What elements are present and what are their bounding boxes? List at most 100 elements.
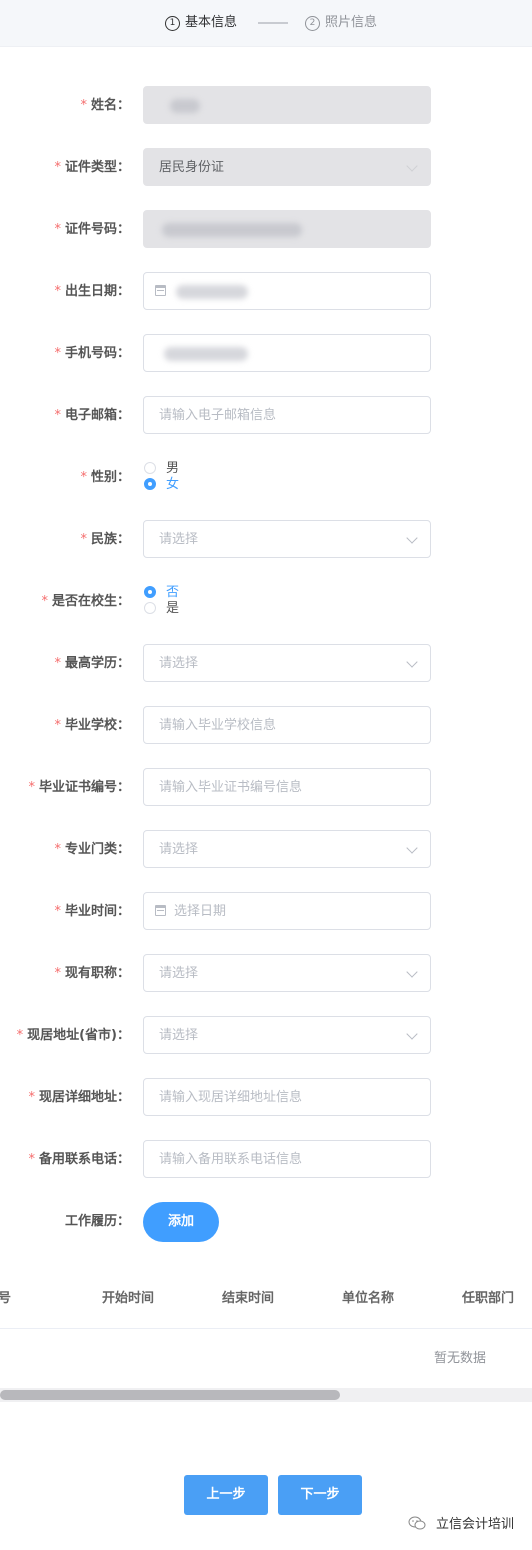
radio-circle [144, 602, 156, 614]
gender-row: * 性别： 男 女 [0, 458, 532, 498]
required-mark: * [28, 1090, 35, 1105]
radio-label: 女 [166, 477, 180, 492]
birth-date-label: * 出生日期： [54, 283, 130, 301]
next-step-button[interactable]: 下一步 [278, 1475, 362, 1515]
name-label-text: 姓名： [90, 98, 130, 113]
column-header-start-time: 开始时间 [102, 1291, 155, 1306]
education-placeholder: 请选择 [159, 656, 199, 671]
required-mark: * [54, 966, 61, 981]
grad-time-picker[interactable]: 选择日期 [143, 892, 431, 930]
major-select[interactable]: 请选择 [143, 830, 431, 868]
major-placeholder: 请选择 [159, 842, 199, 857]
backup-phone-row: * 备用联系电话： 请输入备用联系电话信息 [0, 1140, 532, 1180]
is-student-radio-no[interactable]: 否 [143, 585, 179, 601]
watermark-text: 立信会计培训 [436, 1517, 515, 1532]
step-label: 基本信息 [185, 15, 238, 30]
education-label: * 最高学历： [54, 655, 130, 673]
phone-label: * 手机号码： [54, 345, 130, 363]
table-horizontal-scrollbar[interactable] [0, 1388, 532, 1402]
required-mark: * [28, 780, 35, 795]
major-label-text: 专业门类： [64, 842, 130, 857]
school-field[interactable]: 请输入毕业学校信息 [143, 706, 431, 744]
required-mark: * [54, 842, 61, 857]
radio-circle [144, 478, 156, 490]
required-mark: * [54, 656, 61, 671]
is-student-radio-group: 否 是 [143, 585, 179, 617]
radio-label: 是 [166, 601, 180, 616]
work-history-label: 工作履历： [64, 1214, 130, 1229]
watermark: 立信会计培训 [408, 1516, 514, 1534]
step-photo-info[interactable]: 2 照片信息 [305, 14, 377, 32]
school-label-text: 毕业学校： [64, 718, 130, 733]
chevron-down-icon [406, 160, 418, 172]
required-mark: * [54, 222, 61, 237]
cert-no-field[interactable]: 请输入毕业证书编号信息 [143, 768, 431, 806]
chevron-down-icon [406, 656, 418, 668]
step-basic-info[interactable]: 1 基本信息 [165, 14, 237, 32]
address-detail-field[interactable]: 请输入现居详细地址信息 [143, 1078, 431, 1116]
birth-date-picker[interactable] [143, 272, 431, 310]
education-select[interactable]: 请选择 [143, 644, 431, 682]
is-student-radio-yes[interactable]: 是 [143, 601, 179, 617]
redacted-value [176, 285, 248, 299]
gender-radio-group: 男 女 [143, 461, 179, 493]
required-mark: * [41, 594, 48, 609]
step-connector [258, 22, 288, 24]
backup-phone-field[interactable]: 请输入备用联系电话信息 [143, 1140, 431, 1178]
title-placeholder: 请选择 [159, 966, 199, 981]
column-header-department: 任职部门 [462, 1291, 515, 1306]
column-header-index: 号 [0, 1291, 12, 1306]
column-header-end-time: 结束时间 [222, 1291, 275, 1306]
required-mark: * [54, 408, 61, 423]
gender-label-text: 性别： [90, 470, 130, 485]
column-header-company: 单位名称 [342, 1291, 395, 1306]
redacted-value [162, 223, 302, 237]
id-number-field[interactable] [143, 210, 431, 248]
address-region-select[interactable]: 请选择 [143, 1016, 431, 1054]
address-region-label: * 现居地址(省市)： [17, 1027, 130, 1045]
ethnicity-row: * 民族： 请选择 [0, 520, 532, 560]
email-row: * 电子邮箱： 请输入电子邮箱信息 [0, 396, 532, 436]
required-mark: * [54, 904, 61, 919]
is-student-label-text: 是否在校生： [51, 594, 130, 609]
email-label: * 电子邮箱： [54, 407, 130, 425]
required-mark: * [80, 98, 87, 113]
name-field[interactable] [143, 86, 431, 124]
id-type-row: * 证件类型： 居民身份证 [0, 148, 532, 188]
gender-radio-female[interactable]: 女 [143, 477, 179, 493]
ethnicity-select[interactable]: 请选择 [143, 520, 431, 558]
email-field[interactable]: 请输入电子邮箱信息 [143, 396, 431, 434]
chevron-down-icon [406, 532, 418, 544]
education-row: * 最高学历： 请选择 [0, 644, 532, 684]
cert-no-placeholder: 请输入毕业证书编号信息 [159, 780, 303, 795]
previous-step-button[interactable]: 上一步 [184, 1475, 268, 1515]
required-mark: * [54, 284, 61, 299]
major-label: * 专业门类： [54, 841, 130, 859]
backup-phone-label-text: 备用联系电话： [38, 1152, 130, 1167]
phone-field[interactable] [143, 334, 431, 372]
gender-radio-male[interactable]: 男 [143, 461, 179, 477]
wechat-icon [408, 1516, 426, 1530]
title-select[interactable]: 请选择 [143, 954, 431, 992]
id-type-select[interactable]: 居民身份证 [143, 148, 431, 186]
scrollbar-thumb[interactable] [0, 1390, 340, 1400]
work-history-table-header: 号 开始时间 结束时间 单位名称 任职部门 [0, 1276, 532, 1329]
school-label: * 毕业学校： [54, 717, 130, 735]
required-mark: * [54, 346, 61, 361]
step-number: 2 [305, 16, 320, 31]
title-label-text: 现有职称： [64, 966, 130, 981]
radio-circle [144, 462, 156, 474]
redacted-value [170, 99, 200, 113]
ethnicity-label: * 民族： [80, 531, 130, 549]
add-work-history-button[interactable]: 添加 [143, 1202, 219, 1242]
required-mark: * [54, 160, 61, 175]
cert-no-row: * 毕业证书编号： 请输入毕业证书编号信息 [0, 768, 532, 808]
required-mark: * [80, 470, 87, 485]
address-detail-row: * 现居详细地址： 请输入现居详细地址信息 [0, 1078, 532, 1118]
grad-time-row: * 毕业时间： 选择日期 [0, 892, 532, 932]
id-type-value: 居民身份证 [159, 160, 225, 175]
radio-circle [144, 586, 156, 598]
address-detail-label: * 现居详细地址： [28, 1089, 130, 1107]
address-region-label-text: 现居地址(省市)： [27, 1028, 130, 1043]
backup-phone-label: * 备用联系电话： [28, 1151, 130, 1169]
